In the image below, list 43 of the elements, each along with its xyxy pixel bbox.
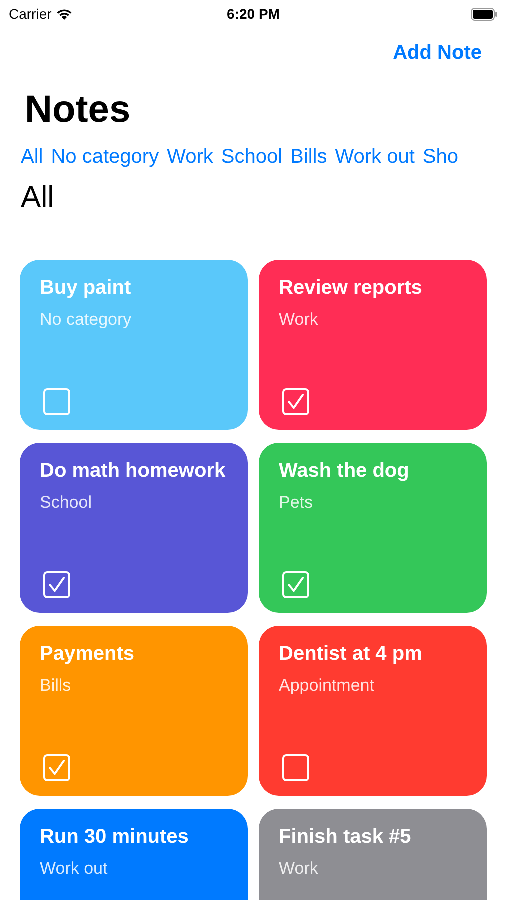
wifi-icon: [56, 8, 73, 20]
note-title: Dentist at 4 pm: [279, 642, 424, 667]
category-tab[interactable]: Bills: [290, 144, 328, 170]
page-title: Notes: [24, 88, 132, 132]
note-card[interactable]: Run 30 minutes Work out: [20, 809, 248, 900]
category-tab[interactable]: All: [21, 144, 44, 170]
note-title: Finish task #5: [279, 825, 412, 850]
note-category: Work: [279, 309, 320, 331]
note-category: Work: [279, 858, 320, 880]
note-category: Appointment: [279, 675, 376, 697]
note-title: Buy paint: [40, 276, 132, 301]
category-tab[interactable]: No category: [51, 144, 160, 170]
note-category: Bills: [40, 675, 72, 697]
filter-heading: All: [20, 180, 56, 216]
note-card[interactable]: Wash the dog Pets: [259, 443, 487, 613]
note-category: Pets: [279, 492, 314, 514]
note-card[interactable]: Payments Bills: [20, 626, 248, 796]
add-note-button[interactable]: Add Note: [393, 38, 482, 68]
status-time: 6:20 PM: [227, 4, 280, 24]
note-title: Run 30 minutes: [40, 825, 190, 850]
battery-icon: [470, 8, 498, 20]
note-card[interactable]: Dentist at 4 pm Appointment: [259, 626, 487, 796]
note-title: Wash the dog: [279, 459, 410, 484]
checkbox[interactable]: [282, 388, 310, 416]
note-card[interactable]: Review reports Work: [259, 260, 487, 430]
note-title: Do math homework: [40, 459, 227, 484]
checkbox[interactable]: [43, 571, 71, 599]
carrier-label: Carrier: [9, 4, 52, 24]
note-title: Payments: [40, 642, 136, 667]
category-tab[interactable]: Sho: [422, 144, 458, 170]
checkbox[interactable]: [43, 754, 71, 782]
note-card[interactable]: Do math homework School: [20, 443, 248, 613]
category-tab[interactable]: Work out: [335, 144, 415, 170]
note-category: Work out: [40, 858, 109, 880]
checkbox[interactable]: [282, 571, 310, 599]
category-tab[interactable]: Work: [167, 144, 214, 170]
note-category: School: [40, 492, 93, 514]
checkbox[interactable]: [282, 754, 310, 782]
note-title: Review reports: [279, 276, 424, 301]
checkbox[interactable]: [43, 388, 71, 416]
note-category: No category: [40, 309, 133, 331]
note-card[interactable]: Finish task #5 Work: [259, 809, 487, 900]
category-tab[interactable]: School: [221, 144, 283, 170]
